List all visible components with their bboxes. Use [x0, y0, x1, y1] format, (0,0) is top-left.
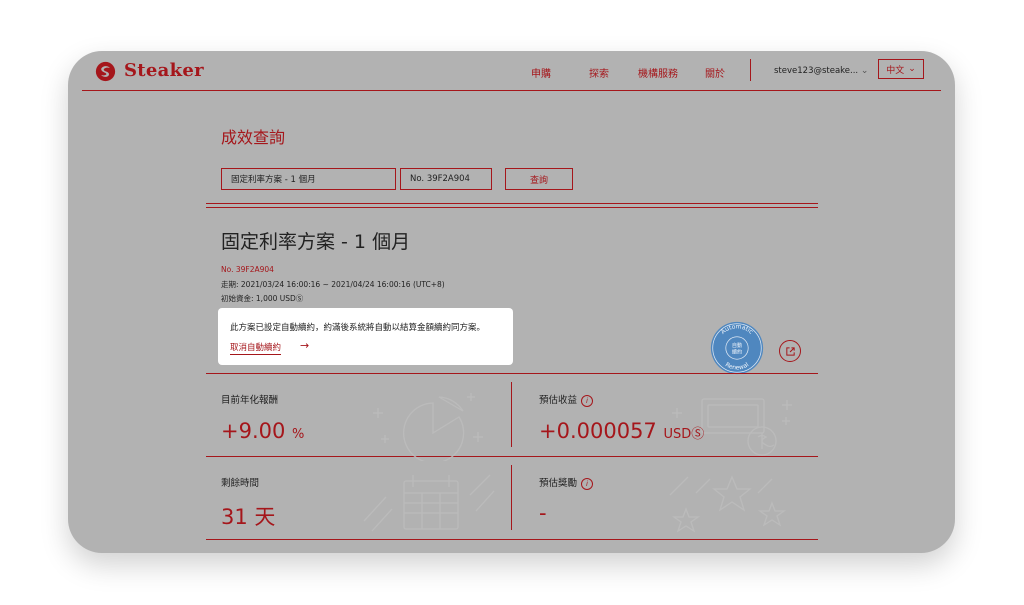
stats-divider-vertical	[511, 382, 512, 447]
pie-chart-icon	[373, 393, 483, 461]
app-window: Steaker 申購 探索 機構服務 關於 steve123@steake...…	[68, 51, 955, 553]
info-icon[interactable]: i	[581, 394, 594, 407]
calendar-icon	[363, 474, 495, 532]
steaker-logo-icon	[95, 61, 116, 82]
estimated-reward-label: 預估獎勵	[539, 478, 578, 489]
annual-return-label: 目前年化報酬	[221, 395, 279, 406]
nav-divider	[750, 59, 751, 81]
page-title: 成效查詢	[221, 128, 286, 147]
info-icon[interactable]: i	[581, 477, 594, 490]
user-email: steve123@steake...	[774, 66, 859, 76]
arrow-right-icon: →	[300, 339, 310, 352]
nav-subscribe[interactable]: 申購	[531, 65, 551, 80]
annual-return-value: +9.00 %	[221, 419, 304, 443]
plan-title: 固定利率方案 - 1 個月	[221, 231, 411, 253]
query-button[interactable]: 查詢	[505, 168, 573, 190]
estimated-income-label: 預估收益	[539, 395, 578, 406]
language-select[interactable]: 中文 ⌄	[878, 59, 924, 79]
brand-name[interactable]: Steaker	[124, 60, 204, 81]
stamp-center-text-2: 續約	[732, 348, 742, 356]
estimated-reward-value: -	[539, 501, 547, 525]
cancel-auto-renew-link[interactable]: 取消自動續約	[230, 341, 282, 355]
stats-divider-top	[206, 373, 818, 374]
language-label: 中文	[886, 65, 905, 76]
auto-renewal-stamp-icon: Automatic Renewal 自動 續約	[710, 321, 764, 375]
plan-initial-capital: 初始資金: 1,000 USDⓈ	[221, 294, 304, 303]
estimated-reward-label-wrap: 預估獎勵 i	[539, 475, 594, 490]
plan-number: No. 39F2A904	[221, 265, 274, 274]
remaining-time-number: 31	[221, 505, 248, 529]
header-divider	[82, 90, 941, 91]
chevron-down-icon: ⌄	[860, 66, 869, 76]
annual-return-unit: %	[292, 427, 305, 442]
stats-divider-vertical	[511, 465, 512, 530]
stamp-center-text-1: 自動	[732, 341, 742, 349]
user-menu[interactable]: steve123@steake... ⌄	[774, 66, 868, 76]
plan-period: 走期: 2021/03/24 16:00:16 ~ 2021/04/24 16:…	[221, 280, 445, 289]
stars-icon	[669, 475, 787, 533]
estimated-income-label-wrap: 預估收益 i	[539, 392, 594, 407]
section-divider	[206, 203, 818, 204]
plan-select-field[interactable]: 固定利率方案 - 1 個月	[221, 168, 396, 190]
external-link-icon	[785, 346, 795, 356]
nav-about[interactable]: 關於	[705, 65, 725, 80]
share-button[interactable]	[779, 340, 801, 362]
annual-return-number: +9.00	[221, 419, 286, 443]
remaining-time-label: 剩餘時間	[221, 478, 260, 489]
estimated-income-number: +0.000057	[539, 419, 657, 443]
stats-divider-bottom	[206, 539, 818, 540]
auto-renew-text: 此方案已設定自動續約，約滿後系統將自動以結算金額續約同方案。	[230, 323, 486, 333]
nav-explore[interactable]: 探索	[589, 65, 609, 80]
remaining-time-value: 31 天	[221, 501, 275, 531]
chevron-down-icon: ⌄	[908, 64, 916, 74]
auto-renew-notice: 此方案已設定自動續約，約滿後系統將自動以結算金額續約同方案。 取消自動續約 →	[218, 308, 513, 365]
remaining-time-unit: 天	[254, 505, 276, 529]
plan-number-field[interactable]: No. 39F2A904	[400, 168, 492, 190]
nav-institutional[interactable]: 機構服務	[638, 65, 678, 80]
estimated-income-unit: USDⓈ	[663, 427, 705, 442]
estimated-income-value: +0.000057 USDⓈ	[539, 419, 704, 443]
section-divider	[206, 207, 818, 208]
